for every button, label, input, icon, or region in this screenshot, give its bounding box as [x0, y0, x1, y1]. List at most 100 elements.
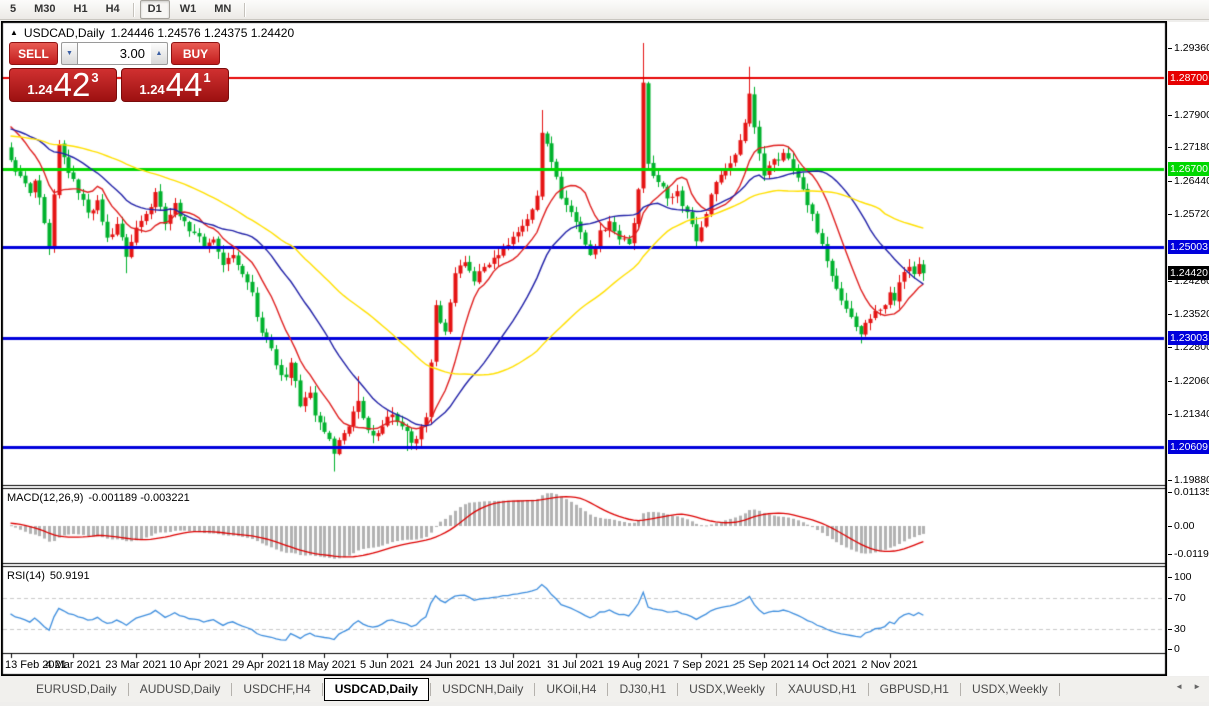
sell-price-button[interactable]: 1.24 42 3: [9, 68, 117, 102]
price-level-badge: 1.20609: [1168, 440, 1209, 454]
tab-separator: [607, 683, 608, 696]
volume-input[interactable]: [78, 42, 151, 65]
buy-button[interactable]: BUY: [171, 42, 220, 65]
timeframe-button-d1[interactable]: D1: [140, 0, 170, 19]
price-level-badge: 1.28700: [1168, 71, 1209, 85]
timeframe-button-w1[interactable]: W1: [172, 0, 205, 19]
trading-platform-window: 5M30H1H4 D1W1MN ▲ USDCAD,Daily 1.24446 1.…: [0, 0, 1209, 706]
timeframe-button-mn[interactable]: MN: [206, 0, 239, 19]
axis-tick-label: 1.22060: [1174, 375, 1209, 387]
axis-tick-label: 0.01135: [1174, 486, 1209, 498]
axis-tick-label: 1.27900: [1174, 109, 1209, 121]
chart-tab-usdcad-daily[interactable]: USDCAD,Daily: [324, 678, 429, 701]
date-axis-label: 29 Apr 2021: [232, 659, 291, 671]
price-level-badge: 1.25003: [1168, 240, 1209, 254]
date-axis-label: 4 Mar 2021: [45, 659, 101, 671]
axis-tick-label: 1.23520: [1174, 308, 1209, 320]
price-axis[interactable]: 1.293601.286401.279001.271801.264401.257…: [1168, 22, 1209, 676]
axis-tick-mark: [1168, 492, 1172, 493]
tab-separator: [1059, 683, 1060, 696]
tab-separator: [960, 683, 961, 696]
axis-tick-mark: [1168, 381, 1172, 382]
date-axis-label: 31 Jul 2021: [547, 659, 604, 671]
axis-tick-label: 30: [1174, 623, 1186, 635]
tab-separator: [677, 683, 678, 696]
date-axis-label: 7 Sep 2021: [673, 659, 729, 671]
tab-separator: [868, 683, 869, 696]
volume-decrease-button[interactable]: ▼: [61, 42, 78, 65]
axis-tick-label: 1.26440: [1174, 175, 1209, 187]
chart-tab-ukoil-h4[interactable]: UKOil,H4: [536, 679, 606, 700]
collapse-triangle-icon[interactable]: ▲: [10, 27, 18, 39]
axis-tick-label: 0.00: [1174, 520, 1194, 532]
tab-separator: [776, 683, 777, 696]
timeframe-button-h1[interactable]: H1: [66, 0, 96, 19]
axis-tick-mark: [1168, 649, 1172, 650]
tab-separator: [430, 683, 431, 696]
macd-values: -0.001189 -0.003221: [88, 492, 189, 504]
chart-tab-usdx-weekly[interactable]: USDX,Weekly: [679, 679, 775, 700]
axis-tick-mark: [1168, 577, 1172, 578]
axis-tick-label: 1.19880: [1174, 474, 1209, 486]
axis-tick-mark: [1168, 115, 1172, 116]
price-level-badge: 1.23003: [1168, 331, 1209, 345]
rsi-label: RSI(14): [7, 570, 45, 582]
timeframe-button-m30[interactable]: M30: [26, 0, 63, 19]
chart-tab-dj30-h1[interactable]: DJ30,H1: [609, 679, 676, 700]
date-axis-label: 25 Sep 2021: [733, 659, 795, 671]
axis-tick-mark: [1168, 214, 1172, 215]
date-axis-label: 24 Jun 2021: [420, 659, 481, 671]
axis-tick-mark: [1168, 147, 1172, 148]
axis-tick-mark: [1168, 48, 1172, 49]
date-axis-label: 19 Aug 2021: [607, 659, 669, 671]
current-price-badge: 1.24420: [1168, 266, 1209, 280]
chart-tab-audusd-daily[interactable]: AUDUSD,Daily: [130, 679, 231, 700]
axis-tick-mark: [1168, 554, 1172, 555]
buy-price-button[interactable]: 1.24 44 1: [121, 68, 229, 102]
chart-tab-bar: EURUSD,DailyAUDUSD,DailyUSDCHF,H4USDCAD,…: [0, 677, 1209, 702]
date-axis-label: 13 Jul 2021: [484, 659, 541, 671]
toolbar-separator: [133, 3, 135, 17]
rsi-value: 50.9191: [50, 570, 90, 582]
date-axis-label: 23 Mar 2021: [105, 659, 167, 671]
one-click-trading-panel: SELL ▼ ▲ BUY 1.24 42 3 1.24 44: [9, 42, 229, 102]
axis-tick-label: 70: [1174, 592, 1186, 604]
bid-price-prefix: 1.24: [27, 82, 52, 97]
chart-canvas[interactable]: [2, 22, 1166, 675]
ask-price-big-digits: 44: [166, 70, 203, 100]
status-strip: [0, 702, 1209, 706]
chart-tab-usdchf-h4[interactable]: USDCHF,H4: [233, 679, 320, 700]
date-axis-label: 2 Nov 2021: [861, 659, 917, 671]
chevron-down-icon: ▼: [66, 50, 73, 57]
timeframe-button-5[interactable]: 5: [2, 0, 24, 19]
chart-ohlc-values: 1.24446 1.24576 1.24375 1.24420: [111, 26, 295, 40]
axis-tick-label: 1.27180: [1174, 141, 1209, 153]
chart-tab-eurusd-daily[interactable]: EURUSD,Daily: [26, 679, 127, 700]
date-axis-label: 5 Jun 2021: [360, 659, 414, 671]
toolbar-separator: [244, 3, 246, 17]
chart-tab-usdcnh-daily[interactable]: USDCNH,Daily: [432, 679, 533, 700]
volume-increase-button[interactable]: ▲: [151, 42, 168, 65]
macd-indicator-label: MACD(12,26,9) -0.001189 -0.003221: [7, 492, 190, 504]
axis-tick-label: 100: [1174, 571, 1192, 583]
chart-tab-xauusd-h1[interactable]: XAUUSD,H1: [778, 679, 867, 700]
tab-scroll-right-icon[interactable]: ►: [1193, 682, 1201, 691]
date-axis-label: 18 May 2021: [293, 659, 357, 671]
sell-button[interactable]: SELL: [9, 42, 58, 65]
chart-title-bar: ▲ USDCAD,Daily 1.24446 1.24576 1.24375 1…: [10, 26, 294, 40]
chart-tab-usdx-weekly[interactable]: USDX,Weekly: [962, 679, 1058, 700]
chart-window: ▲ USDCAD,Daily 1.24446 1.24576 1.24375 1…: [1, 21, 1167, 676]
axis-tick-mark: [1168, 598, 1172, 599]
tab-separator: [534, 683, 535, 696]
chart-tab-gbpusd-h1[interactable]: GBPUSD,H1: [870, 679, 959, 700]
rsi-indicator-label: RSI(14) 50.9191: [7, 570, 90, 582]
tab-scroll-left-icon[interactable]: ◄: [1175, 682, 1183, 691]
axis-tick-label: 1.29360: [1174, 42, 1209, 54]
axis-tick-mark: [1168, 480, 1172, 481]
date-axis-label: 14 Oct 2021: [797, 659, 857, 671]
axis-tick-label: -0.011904: [1174, 548, 1209, 560]
timeframe-toolbar: 5M30H1H4 D1W1MN: [0, 0, 1209, 20]
timeframe-button-h4[interactable]: H4: [98, 0, 128, 19]
axis-tick-label: 0: [1174, 643, 1180, 655]
bid-price-pip-digit: 3: [91, 70, 98, 85]
